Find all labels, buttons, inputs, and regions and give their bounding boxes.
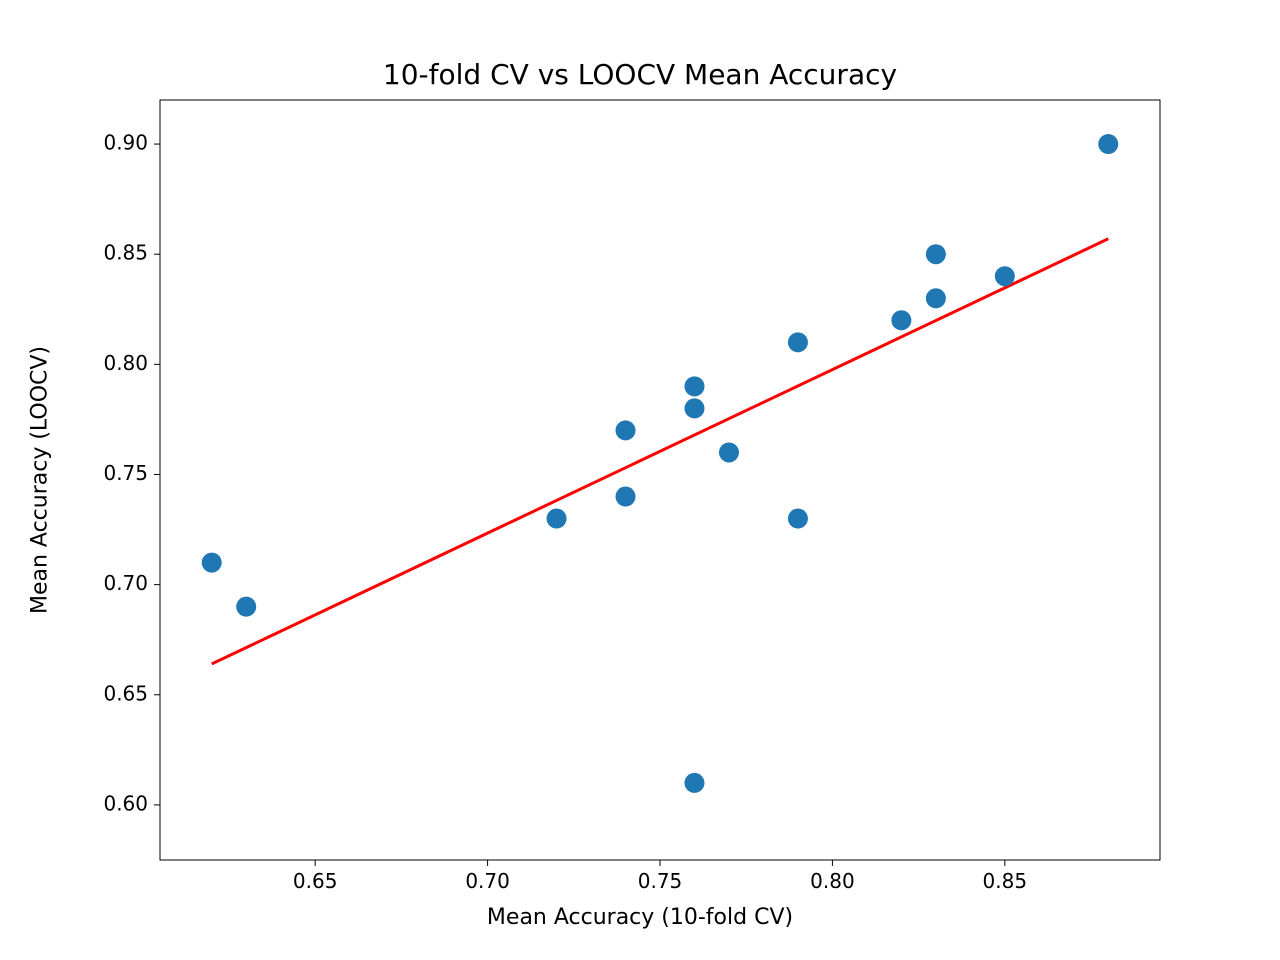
trend-line	[212, 239, 1109, 664]
data-point	[547, 509, 567, 529]
data-point	[616, 487, 636, 507]
y-tick-label: 0.65	[103, 681, 148, 705]
x-tick-label: 0.85	[983, 869, 1028, 893]
y-tick-label: 0.70	[103, 571, 148, 595]
y-tick-label: 0.85	[103, 241, 148, 265]
x-tick-label: 0.80	[810, 869, 855, 893]
y-tick-label: 0.75	[103, 461, 148, 485]
data-point	[236, 597, 256, 617]
data-point	[891, 310, 911, 330]
x-tick-label: 0.70	[465, 869, 510, 893]
data-point	[616, 420, 636, 440]
axes-frame	[160, 100, 1160, 860]
y-tick-label: 0.60	[103, 791, 148, 815]
x-tick-label: 0.75	[638, 869, 683, 893]
data-point	[926, 288, 946, 308]
data-point	[684, 376, 704, 396]
x-axis-label: Mean Accuracy (10-fold CV)	[0, 905, 1280, 930]
data-point	[1098, 134, 1118, 154]
x-tick-label: 0.65	[293, 869, 338, 893]
plot-area: 0.65 0.70 0.75 0.80 0.85 0.60 0.65 0.70 0.75 0.80…	[0, 0, 1280, 960]
y-axis-label: Mean Accuracy (LOOCV)	[28, 346, 53, 614]
data-point	[995, 266, 1015, 286]
chart-title: 10-fold CV vs LOOCV Mean Accuracy	[0, 58, 1280, 91]
chart-container: 10-fold CV vs LOOCV Mean Accuracy 0.650.…	[0, 0, 1280, 960]
data-point	[684, 398, 704, 418]
data-point	[684, 773, 704, 793]
data-point	[926, 244, 946, 264]
data-point	[719, 442, 739, 462]
data-point	[788, 332, 808, 352]
y-tick-label: 0.90	[103, 131, 148, 155]
y-tick-label: 0.80	[103, 351, 148, 375]
data-point	[202, 553, 222, 573]
data-point	[788, 509, 808, 529]
